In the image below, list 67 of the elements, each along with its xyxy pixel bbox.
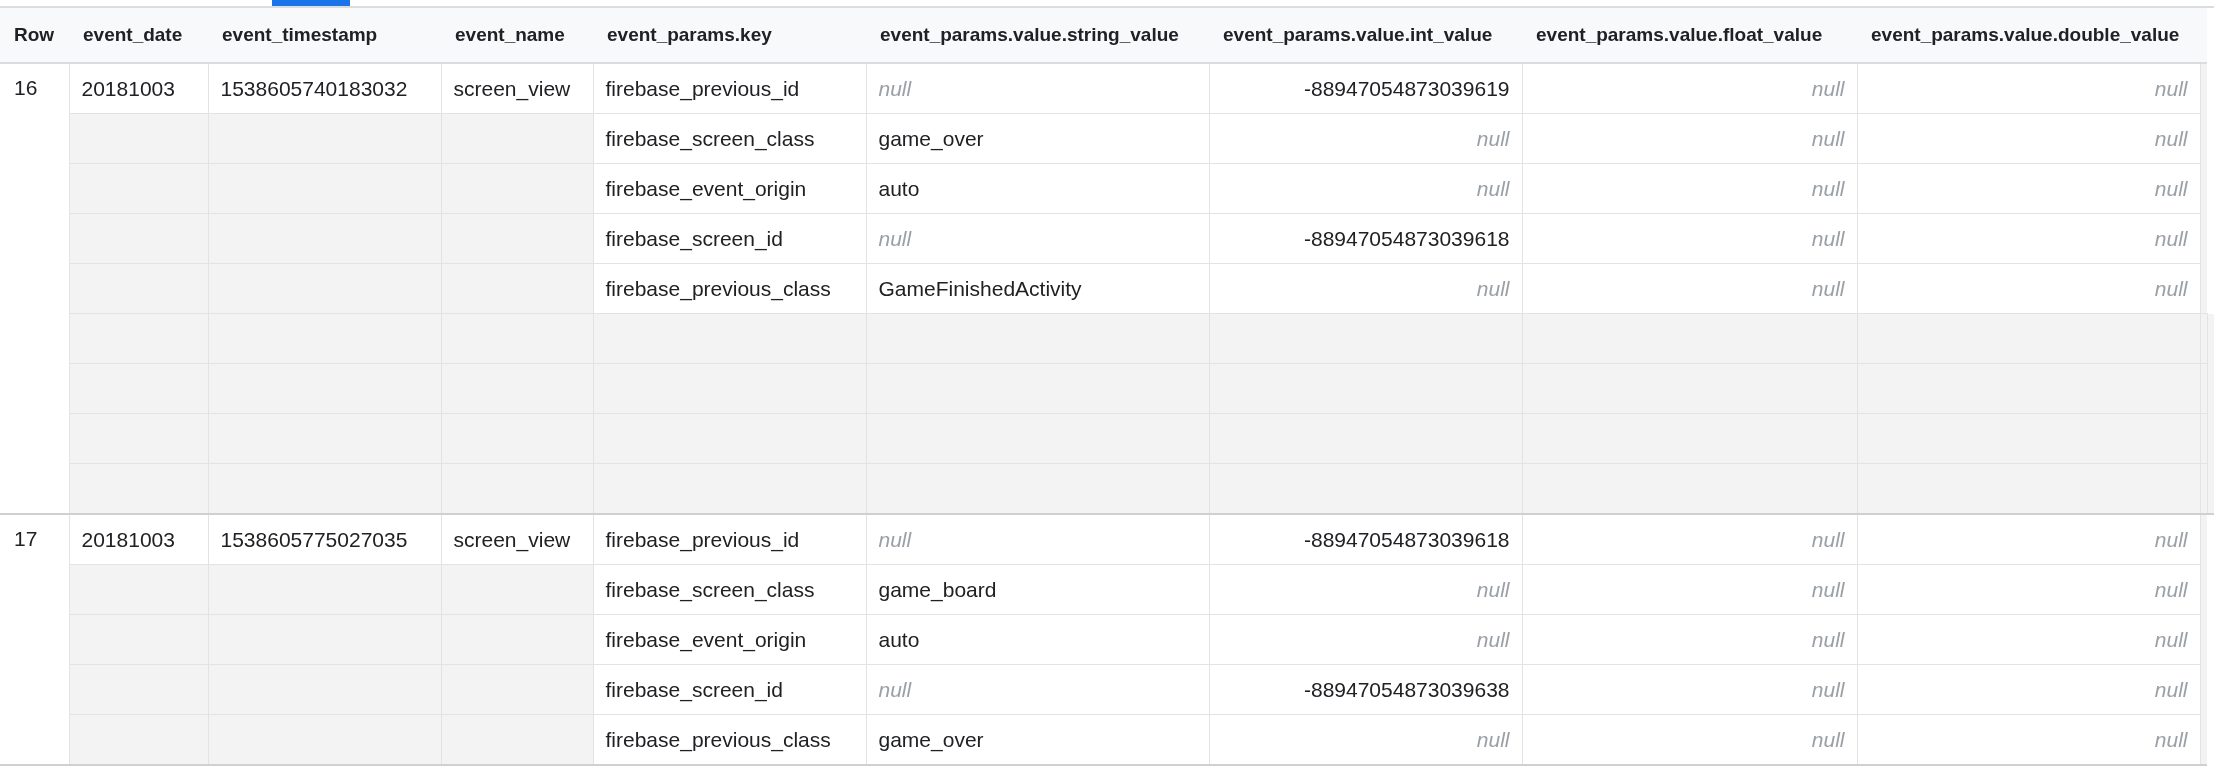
table-cell: null bbox=[1209, 564, 1522, 615]
table-cell: -88947054873039619 bbox=[1209, 63, 1522, 114]
column-header: event_name bbox=[441, 8, 593, 63]
table-cell: firebase_screen_class bbox=[593, 564, 866, 615]
table-cell: null bbox=[1209, 113, 1522, 164]
column-header: event_params.value.int_value bbox=[1209, 8, 1522, 63]
table-cell: null bbox=[866, 514, 1209, 565]
table-cell: 20181003 bbox=[69, 63, 208, 114]
table-cell: auto bbox=[866, 163, 1209, 214]
table-cell: game_over bbox=[866, 113, 1209, 164]
table-cell: game_board bbox=[866, 564, 1209, 615]
table-cell: null bbox=[1522, 564, 1857, 615]
table-cell: null bbox=[866, 664, 1209, 715]
table-cell: null bbox=[1522, 614, 1857, 665]
column-header: event_date bbox=[69, 8, 208, 63]
row-number: 16 bbox=[0, 63, 69, 514]
table-cell: null bbox=[1522, 213, 1857, 264]
table-cell: firebase_screen_class bbox=[593, 113, 866, 164]
table-cell: screen_view bbox=[441, 514, 593, 565]
table-cell: null bbox=[1857, 664, 2200, 715]
table-cell: null bbox=[1522, 664, 1857, 715]
table-cell: null bbox=[1857, 714, 2200, 765]
table-cell: null bbox=[1857, 163, 2200, 214]
table-cell: firebase_event_origin bbox=[593, 614, 866, 665]
table-cell: null bbox=[866, 63, 1209, 114]
column-header: event_timestamp bbox=[208, 8, 441, 63]
table-cell: null bbox=[1857, 263, 2200, 314]
table-cell: null bbox=[1857, 514, 2200, 565]
table-cell: GameFinishedActivity bbox=[866, 263, 1209, 314]
table-cell: auto bbox=[866, 614, 1209, 665]
table-cell: 1538605775027035 bbox=[208, 514, 441, 565]
column-header: Row bbox=[0, 8, 69, 63]
table-cell: firebase_screen_id bbox=[593, 664, 866, 715]
column-header: event_params.value.double_value bbox=[1857, 8, 2200, 63]
table-cell: null bbox=[1522, 113, 1857, 164]
table-cell: null bbox=[1857, 614, 2200, 665]
table-cell: null bbox=[1522, 263, 1857, 314]
table-cell: null bbox=[1857, 63, 2200, 114]
table-cell: firebase_previous_id bbox=[593, 63, 866, 114]
table-cell: null bbox=[866, 213, 1209, 264]
table-cell: -88947054873039638 bbox=[1209, 664, 1522, 715]
table-cell: null bbox=[1857, 564, 2200, 615]
table-cell: firebase_previous_id bbox=[593, 514, 866, 565]
table-cell: null bbox=[1522, 63, 1857, 114]
table-cell: null bbox=[1522, 163, 1857, 214]
table-cell: firebase_previous_class bbox=[593, 714, 866, 765]
table-cell: firebase_screen_id bbox=[593, 213, 866, 264]
table-cell: 1538605740183032 bbox=[208, 63, 441, 114]
column-header: event_params.value.float_value bbox=[1522, 8, 1857, 63]
table-cell: null bbox=[1209, 263, 1522, 314]
table-cell: null bbox=[1522, 514, 1857, 565]
table-cell: null bbox=[1857, 213, 2200, 264]
table-cell: firebase_previous_class bbox=[593, 263, 866, 314]
table-cell: -88947054873039618 bbox=[1209, 213, 1522, 264]
table-cell: null bbox=[1209, 614, 1522, 665]
table-cell: null bbox=[1857, 113, 2200, 164]
table-cell: null bbox=[1209, 163, 1522, 214]
column-header: event_params.key bbox=[593, 8, 866, 63]
table-cell: game_over bbox=[866, 714, 1209, 765]
table-cell: null bbox=[1522, 714, 1857, 765]
table-cell: screen_view bbox=[441, 63, 593, 114]
row-number: 17 bbox=[0, 514, 69, 765]
column-header: event_params.value.string_value bbox=[866, 8, 1209, 63]
table-cell: firebase_event_origin bbox=[593, 163, 866, 214]
table-cell: 20181003 bbox=[69, 514, 208, 565]
table-cell: -88947054873039618 bbox=[1209, 514, 1522, 565]
table-cell: null bbox=[1209, 714, 1522, 765]
